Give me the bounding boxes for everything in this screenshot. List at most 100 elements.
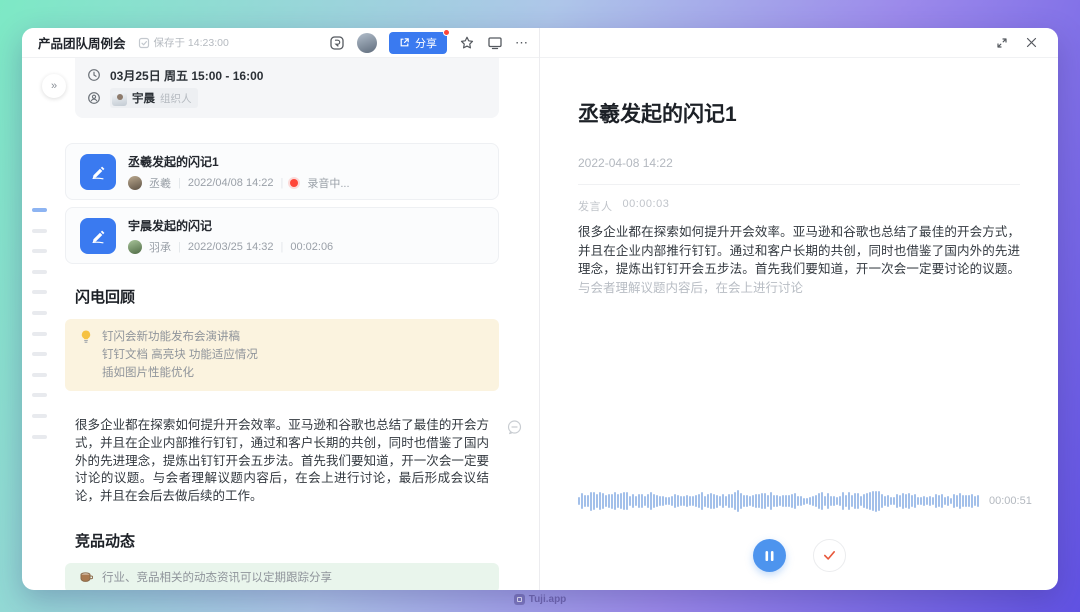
save-status: 保存于 14:23:00: [138, 35, 229, 50]
waveform-bar: [698, 494, 700, 508]
document-title: 产品团队周例会: [38, 33, 126, 52]
panel-header: [540, 28, 1058, 58]
waveform-bar: [722, 494, 724, 509]
waveform-bar: [665, 497, 667, 505]
waveform-bar: [785, 495, 787, 507]
flash-note-card-1[interactable]: 丞羲发起的闪记1 丞羲 | 2022/04/08 14:22 | 录音中...: [65, 143, 499, 200]
saved-check-icon: [138, 37, 150, 49]
waveform-bar: [833, 496, 835, 506]
waveform-bar: [863, 494, 865, 509]
present-button[interactable]: [487, 35, 503, 51]
version-history-button[interactable]: [329, 35, 345, 51]
waveform-bar: [629, 496, 631, 506]
highlight-line: 钉闪会新功能发布会演讲稿: [102, 328, 258, 346]
waveform-bar: [869, 492, 871, 510]
waveform-bar: [764, 493, 766, 510]
waveform-bar: [860, 496, 862, 506]
collaborator-avatar[interactable]: [357, 33, 377, 53]
waveform-bar: [977, 495, 979, 508]
waveform-bar: [695, 495, 697, 506]
watermark-icon: [514, 594, 525, 605]
clock-icon: [87, 68, 101, 82]
flash-note-meta: 羽承 | 2022/03/25 14:32 | 00:02:06: [128, 239, 333, 255]
flash-note-meta: 丞羲 | 2022/04/08 14:22 | 录音中...: [128, 175, 350, 191]
highlight-block-yellow[interactable]: 钉闪会新功能发布会演讲稿 钉钉文档 高亮块 功能适应情况 插如图片性能优化: [65, 319, 499, 391]
outline-minimap-bar[interactable]: [32, 290, 47, 294]
waveform-bar: [974, 496, 976, 505]
audio-duration: 00:00:51: [989, 495, 1032, 507]
outline-minimap-bar[interactable]: [32, 414, 47, 418]
waveform-bar: [605, 495, 607, 508]
waveform-bar: [878, 491, 880, 511]
organizer-chip[interactable]: 宇晨 组织人: [110, 88, 198, 108]
waveform-bar: [734, 492, 736, 511]
outline-minimap-bar[interactable]: [32, 311, 47, 315]
waveform-bar: [752, 495, 754, 507]
waveform-bar: [755, 494, 757, 507]
share-button[interactable]: 分享: [389, 32, 447, 54]
waveform-bar: [806, 498, 808, 505]
outline-minimap-bar[interactable]: [32, 208, 47, 212]
waveform-bar: [851, 495, 853, 508]
document-pane: 产品团队周例会 保存于 14:23:00: [22, 28, 539, 590]
waveform-bar: [809, 497, 811, 505]
outline-minimap-bar[interactable]: [32, 373, 47, 377]
version-history-icon: [329, 35, 345, 51]
pause-button[interactable]: [753, 539, 786, 572]
ellipsis-icon: ⋯: [515, 35, 529, 51]
more-button[interactable]: ⋯: [515, 35, 529, 51]
waveform-bar: [635, 496, 637, 506]
waveform-bar: [596, 494, 598, 509]
waveform-bar: [743, 495, 745, 507]
outline-minimap-bar[interactable]: [32, 393, 47, 397]
outline-toggle-button[interactable]: »: [42, 74, 66, 98]
waveform-bar: [899, 495, 901, 506]
waveform-bar: [626, 492, 628, 509]
meeting-info-card[interactable]: 产品团队周例会： 03月25日 周五 15:00 - 16:00: [75, 58, 499, 118]
outline-minimap-bar[interactable]: [32, 270, 47, 274]
expand-button[interactable]: [995, 36, 1009, 50]
close-button[interactable]: [1025, 36, 1038, 49]
waveform-bar: [794, 493, 796, 508]
waveform-bar: [728, 494, 730, 508]
waveform-bar: [692, 496, 694, 507]
flash-note-card-2[interactable]: 宇晨发起的闪记 羽承 | 2022/03/25 14:32 | 00:02:06: [65, 207, 499, 264]
waveform-bar: [584, 495, 586, 507]
waveform-bar: [944, 497, 946, 504]
expand-icon: [995, 36, 1009, 50]
check-icon: [823, 550, 836, 561]
document-toolbar: 产品团队周例会 保存于 14:23:00: [22, 28, 539, 58]
waveform-bar: [617, 494, 619, 508]
waveform-bar: [776, 495, 778, 507]
waveform-bar: [836, 497, 838, 505]
waveform-bar: [593, 492, 595, 509]
waveform-bar: [650, 492, 652, 509]
waveform-bar: [725, 496, 727, 506]
comment-button[interactable]: [506, 419, 523, 436]
outline-minimap-bar[interactable]: [32, 332, 47, 336]
waveform-bar: [902, 493, 904, 510]
waveform-bar: [677, 495, 679, 506]
waveform-bar: [782, 495, 784, 507]
finish-button[interactable]: [813, 539, 846, 572]
audio-waveform[interactable]: [578, 486, 980, 516]
waveform-bar: [671, 496, 673, 505]
waveform-bar: [866, 493, 868, 509]
waveform-bar: [926, 497, 928, 505]
favorite-button[interactable]: [459, 35, 475, 51]
waveform-bar: [737, 490, 739, 512]
waveform-bar: [686, 495, 688, 506]
waveform-bar: [587, 495, 589, 508]
outline-minimap-bar[interactable]: [32, 352, 47, 356]
waveform-bar: [668, 497, 670, 505]
person-icon: [87, 91, 101, 105]
outline-minimap-bar[interactable]: [32, 435, 47, 439]
outline-minimap-bar[interactable]: [32, 249, 47, 253]
waveform-bar: [623, 492, 625, 510]
highlight-block-green[interactable]: 行业、竞品相关的动态资讯可以定期跟踪分享: [65, 563, 499, 590]
outline-minimap-bar[interactable]: [32, 229, 47, 233]
waveform-bar: [581, 493, 583, 509]
waveform-bar: [953, 494, 955, 507]
waveform-bar: [740, 493, 742, 509]
outline-minimap[interactable]: [32, 208, 48, 455]
